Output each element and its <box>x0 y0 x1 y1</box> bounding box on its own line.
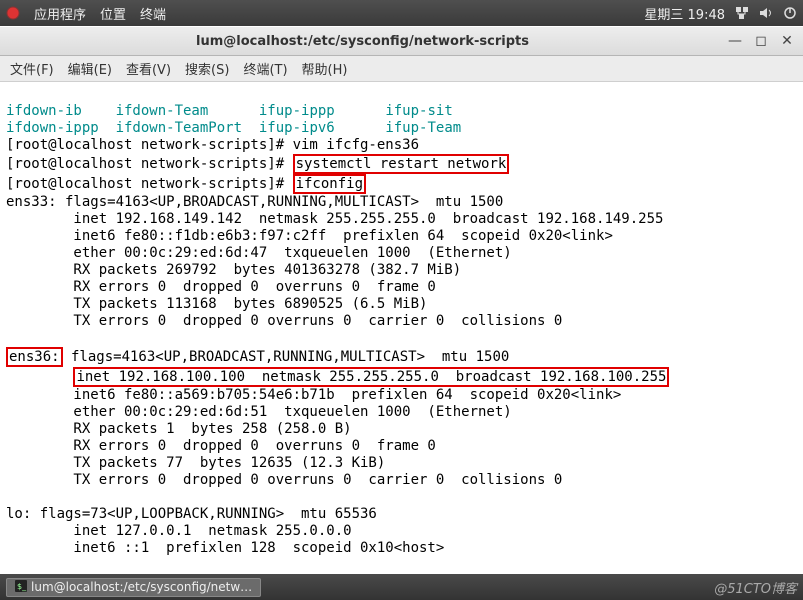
menu-file[interactable]: 文件(F) <box>10 59 54 78</box>
distro-logo-icon <box>6 6 20 20</box>
ens36-header: flags=4163<UP,BROADCAST,RUNNING,MULTICAS… <box>63 349 510 365</box>
volume-icon[interactable] <box>759 6 773 20</box>
file-ifdown-ib: ifdown-ib <box>6 103 82 119</box>
terminal-icon: $_ <box>15 580 27 595</box>
ens33-inet: inet 192.168.149.142 netmask 255.255.255… <box>6 211 663 227</box>
menu-edit[interactable]: 编辑(E) <box>68 59 112 78</box>
power-icon[interactable] <box>783 6 797 20</box>
highlight-ifconfig: ifconfig <box>293 174 366 194</box>
terminal-menubar: 文件(F) 编辑(E) 查看(V) 搜索(S) 终端(T) 帮助(H) <box>0 56 803 82</box>
gnome-top-panel: 应用程序 位置 终端 星期三 19:48 <box>0 0 803 26</box>
prompt-vim-line: [root@localhost network-scripts]# vim if… <box>6 137 419 153</box>
ens36-inet6: inet6 fe80::a569:b705:54e6:b71b prefixle… <box>6 387 621 403</box>
ens36-tx-errors: TX errors 0 dropped 0 overruns 0 carrier… <box>6 472 562 488</box>
close-button[interactable]: ✕ <box>779 33 795 49</box>
lo-header: lo: flags=73<UP,LOOPBACK,RUNNING> mtu 65… <box>6 506 377 522</box>
ens33-rx-packets: RX packets 269792 bytes 401363278 (382.7… <box>6 262 461 278</box>
watermark-text: @51CTO博客 <box>714 578 797 597</box>
file-ifdown-TeamPort: ifdown-TeamPort <box>116 120 242 136</box>
menu-terminal[interactable]: 终端(T) <box>243 59 287 78</box>
taskbar-entry-label: lum@localhost:/etc/sysconfig/netw… <box>31 580 252 594</box>
lo-inet6: inet6 ::1 prefixlen 128 scopeid 0x10<hos… <box>6 540 444 556</box>
file-ifup-ipv6: ifup-ipv6 <box>259 120 335 136</box>
window-titlebar: lum@localhost:/etc/sysconfig/network-scr… <box>0 26 803 56</box>
highlight-ens36-inet: inet 192.168.100.100 netmask 255.255.255… <box>73 367 669 387</box>
ens33-tx-errors: TX errors 0 dropped 0 overruns 0 carrier… <box>6 313 562 329</box>
ens33-tx-packets: TX packets 113168 bytes 6890525 (6.5 MiB… <box>6 296 427 312</box>
highlight-ens36-label: ens36: <box>6 347 63 367</box>
menu-search[interactable]: 搜索(S) <box>185 59 229 78</box>
ens33-rx-errors: RX errors 0 dropped 0 overruns 0 frame 0 <box>6 279 436 295</box>
minimize-button[interactable]: — <box>727 33 743 49</box>
ens36-ether: ether 00:0c:29:ed:6d:51 txqueuelen 1000 … <box>6 404 512 420</box>
window-title-text: lum@localhost:/etc/sysconfig/network-scr… <box>8 34 717 49</box>
prompt-line-3: [root@localhost network-scripts]# <box>6 176 293 192</box>
ens36-rx-errors: RX errors 0 dropped 0 overruns 0 frame 0 <box>6 438 436 454</box>
ens33-header: ens33: flags=4163<UP,BROADCAST,RUNNING,M… <box>6 194 503 210</box>
ens36-tx-packets: TX packets 77 bytes 12635 (12.3 KiB) <box>6 455 385 471</box>
network-icon[interactable] <box>735 6 749 20</box>
menu-places[interactable]: 位置 <box>100 4 126 23</box>
maximize-button[interactable]: ◻ <box>753 33 769 49</box>
highlight-systemctl: systemctl restart network <box>293 154 510 174</box>
file-ifup-ippp: ifup-ippp <box>259 103 335 119</box>
file-ifdown-Team: ifdown-Team <box>116 103 209 119</box>
clock[interactable]: 星期三 19:48 <box>644 4 725 23</box>
ens36-rx-packets: RX packets 1 bytes 258 (258.0 B) <box>6 421 352 437</box>
lo-inet: inet 127.0.0.1 netmask 255.0.0.0 <box>6 523 352 539</box>
menu-view[interactable]: 查看(V) <box>126 59 171 78</box>
menu-terminal[interactable]: 终端 <box>140 4 166 23</box>
menu-applications[interactable]: 应用程序 <box>34 4 86 23</box>
gnome-taskbar: $_ lum@localhost:/etc/sysconfig/netw… @5… <box>0 574 803 600</box>
file-ifdown-ippp: ifdown-ippp <box>6 120 99 136</box>
file-ifup-sit: ifup-sit <box>385 103 452 119</box>
terminal-output[interactable]: ifdown-ib ifdown-Team ifup-ippp ifup-sit… <box>0 82 803 557</box>
ens33-ether: ether 00:0c:29:ed:6d:47 txqueuelen 1000 … <box>6 245 512 261</box>
file-ifup-Team: ifup-Team <box>385 120 461 136</box>
taskbar-entry-terminal[interactable]: $_ lum@localhost:/etc/sysconfig/netw… <box>6 578 261 597</box>
svg-text:$_: $_ <box>17 582 27 591</box>
prompt-line-2: [root@localhost network-scripts]# <box>6 156 293 172</box>
menu-help[interactable]: 帮助(H) <box>302 59 348 78</box>
ens33-inet6: inet6 fe80::f1db:e6b3:f97:c2ff prefixlen… <box>6 228 613 244</box>
